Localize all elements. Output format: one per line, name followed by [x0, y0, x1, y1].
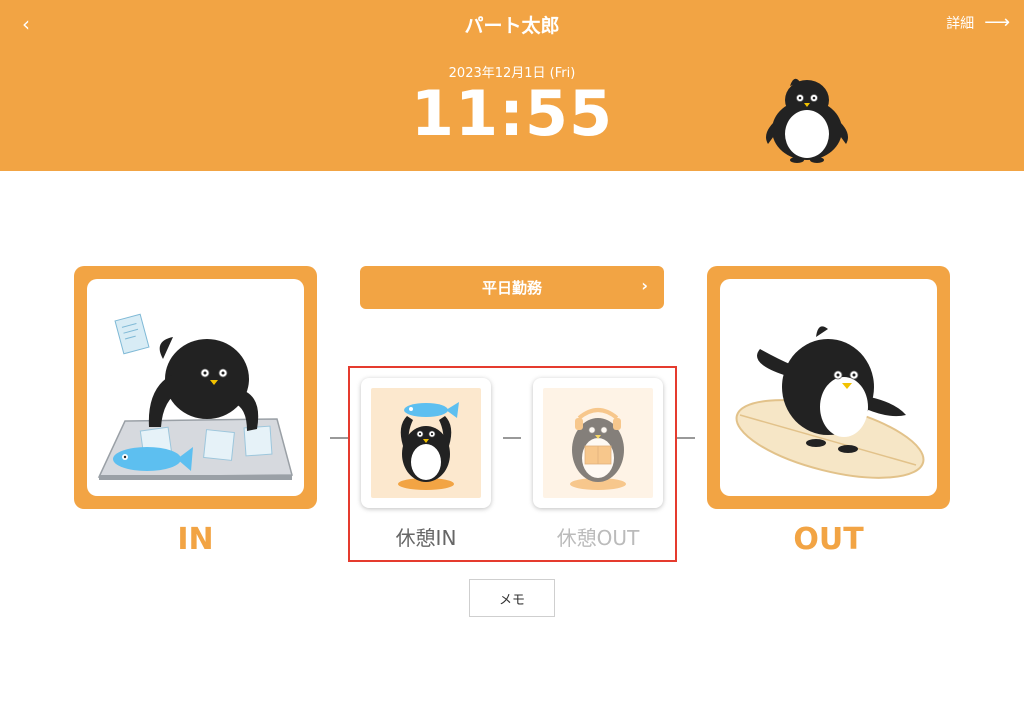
penguin-mascot-icon: [766, 78, 848, 163]
memo-label: メモ: [498, 592, 525, 608]
header-bar: ‹ パート太郎 詳細 ⟶ 2023年12月1日 (Fri) 11:55: [0, 0, 1024, 171]
detail-label: 詳細: [946, 16, 975, 32]
penguin-working-illustration: [97, 313, 293, 480]
connector-line: [330, 437, 348, 439]
break-in-card[interactable]: [361, 378, 491, 508]
shift-select-button[interactable]: 平日勤務 ›: [360, 266, 664, 309]
penguin-reading-illustration: [570, 408, 626, 490]
arrow-right-icon: ⟶: [984, 12, 1010, 33]
clock-in-card[interactable]: [74, 266, 317, 509]
break-in-label: 休憩IN: [395, 526, 457, 550]
penguin-carrying-fish-illustration: [398, 402, 459, 490]
penguin-surfing-illustration: [735, 326, 925, 479]
connector-line: [677, 437, 695, 439]
break-out-label: 休憩OUT: [556, 526, 640, 550]
chevron-right-icon: ›: [641, 276, 648, 295]
break-out-card[interactable]: [533, 378, 663, 508]
shift-label: 平日勤務: [481, 279, 542, 297]
current-time: 11:55: [410, 77, 614, 150]
clock-out-card[interactable]: [707, 266, 950, 509]
user-name-title: パート太郎: [464, 15, 560, 37]
clock-out-label: OUT: [793, 522, 864, 557]
clock-in-label: IN: [177, 522, 214, 557]
memo-button[interactable]: メモ: [469, 579, 555, 617]
detail-button[interactable]: 詳細 ⟶: [946, 13, 1010, 33]
